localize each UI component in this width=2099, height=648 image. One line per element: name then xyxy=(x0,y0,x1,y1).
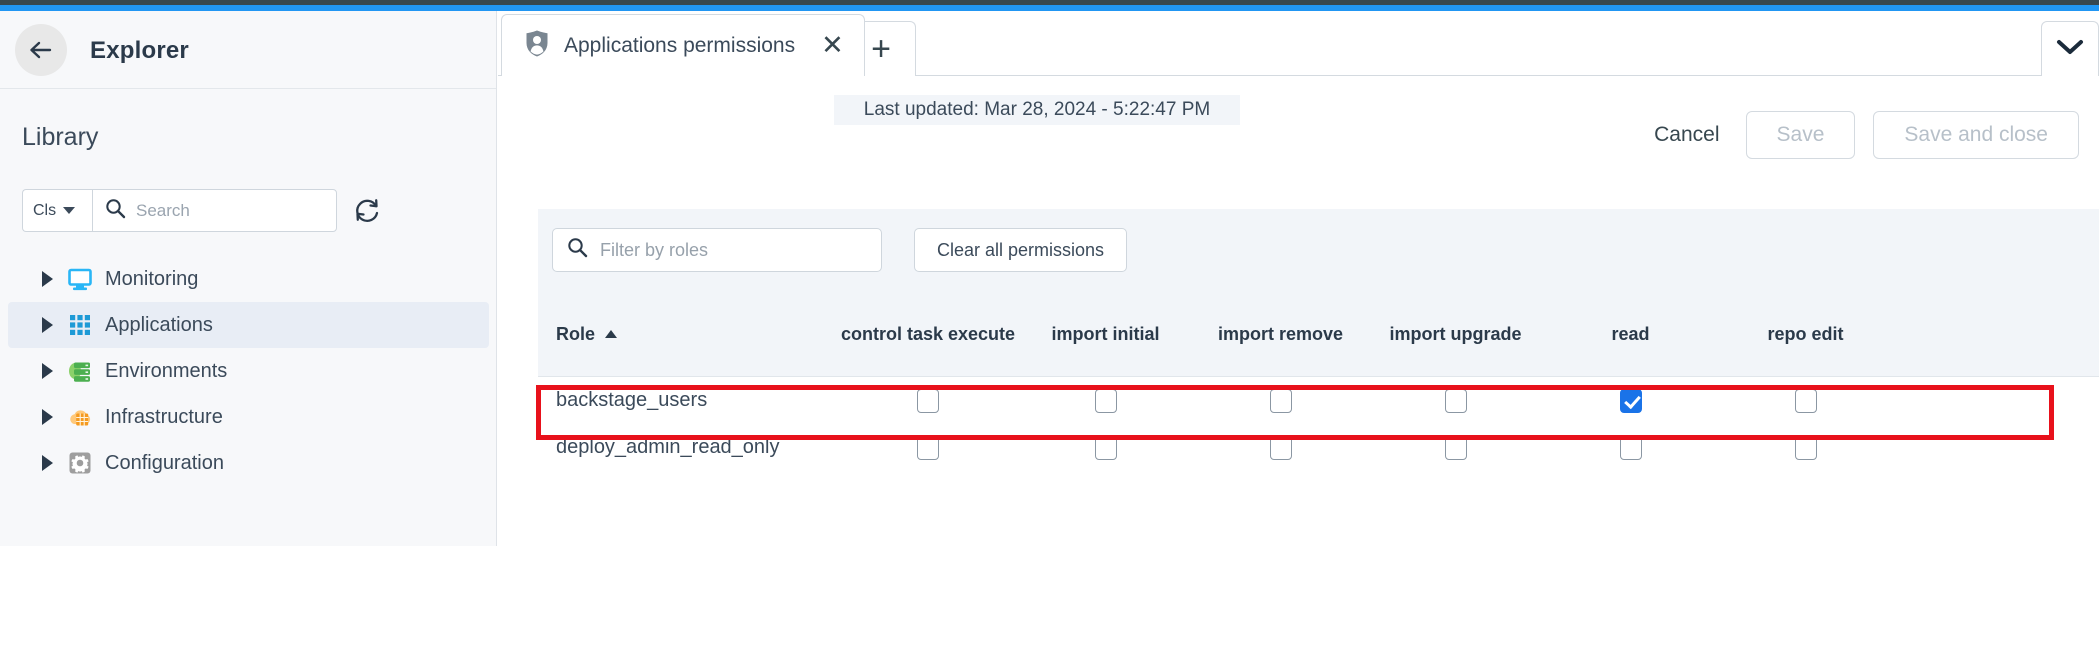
permission-cell-read[interactable] xyxy=(1543,424,1718,471)
permission-cell-import-initial[interactable] xyxy=(1018,424,1193,471)
sidebar-title: Explorer xyxy=(90,37,189,64)
chevron-down-icon xyxy=(2056,38,2084,61)
search-scope-label: Cls xyxy=(33,201,57,219)
back-button[interactable] xyxy=(15,24,67,76)
tab-overflow-button[interactable] xyxy=(2041,21,2099,76)
permission-cell-control-task-execute[interactable] xyxy=(838,424,1018,471)
permission-checkbox[interactable] xyxy=(1444,435,1467,460)
filter-by-roles-input[interactable]: Filter by roles xyxy=(552,228,882,272)
chevron-down-icon xyxy=(63,207,76,214)
sidebar-item-label: Infrastructure xyxy=(105,405,223,428)
table-row[interactable]: backstage_users xyxy=(538,377,2099,424)
plus-icon: + xyxy=(871,30,891,68)
column-header-read[interactable]: read xyxy=(1543,291,1718,377)
sidebar-search-row: Cls Search xyxy=(22,189,472,232)
table-header-row: Role control task execute import initial… xyxy=(538,291,2099,377)
column-header-repo-edit[interactable]: repo edit xyxy=(1718,291,1893,377)
last-updated-label: Last updated: Mar 28, 2024 - 5:22:47 PM xyxy=(834,95,1240,125)
permission-checkbox[interactable] xyxy=(1794,435,1817,460)
main-content: Applications permissions ✕ + Last update… xyxy=(498,11,2099,648)
refresh-icon xyxy=(352,199,382,229)
expand-triangle-icon[interactable] xyxy=(42,455,53,471)
server-stack-icon xyxy=(67,358,93,384)
sort-ascending-icon xyxy=(605,330,618,338)
sidebar: Explorer Library Cls Search Monitoring A… xyxy=(0,11,497,546)
permission-cell-control-task-execute[interactable] xyxy=(838,377,1018,424)
gear-icon xyxy=(67,450,93,476)
sidebar-item-infrastructure[interactable]: Infrastructure xyxy=(8,394,489,440)
sidebar-item-monitoring[interactable]: Monitoring xyxy=(8,256,489,302)
permission-checkbox[interactable] xyxy=(1094,388,1117,413)
permission-cell-import-upgrade[interactable] xyxy=(1368,377,1543,424)
grid-apps-icon xyxy=(67,312,93,338)
search-scope-select[interactable]: Cls xyxy=(22,189,92,232)
save-button[interactable]: Save xyxy=(1745,111,1856,159)
clear-all-permissions-button[interactable]: Clear all permissions xyxy=(914,228,1128,272)
permission-cell-repo-edit[interactable] xyxy=(1718,424,1893,471)
expand-triangle-icon[interactable] xyxy=(42,363,53,379)
permission-checkbox[interactable] xyxy=(1444,388,1467,413)
save-and-close-button[interactable]: Save and close xyxy=(1873,111,2079,159)
permission-cell-repo-edit[interactable] xyxy=(1718,377,1893,424)
sidebar-section-label: Library xyxy=(22,123,99,151)
search-input[interactable]: Search xyxy=(92,189,337,232)
permission-cell-import-initial[interactable] xyxy=(1018,377,1193,424)
column-header-label: Role xyxy=(556,323,596,344)
search-icon xyxy=(567,237,588,263)
close-icon[interactable]: ✕ xyxy=(821,32,844,59)
sidebar-header: Explorer xyxy=(0,11,496,89)
permission-checkbox[interactable] xyxy=(917,388,939,413)
sidebar-item-label: Environments xyxy=(105,359,228,382)
permission-checkbox[interactable] xyxy=(1094,435,1117,460)
expand-triangle-icon[interactable] xyxy=(42,271,53,287)
permission-checkbox[interactable] xyxy=(1269,388,1292,413)
sidebar-item-configuration[interactable]: Configuration xyxy=(8,440,489,486)
role-name: backstage_users xyxy=(556,389,708,411)
search-placeholder: Search xyxy=(136,200,190,220)
permission-checkbox[interactable] xyxy=(917,435,939,460)
sidebar-item-label: Monitoring xyxy=(105,267,199,290)
permission-cell-import-upgrade[interactable] xyxy=(1368,424,1543,471)
column-header-role[interactable]: Role xyxy=(538,291,838,377)
monitor-icon xyxy=(67,266,93,292)
expand-triangle-icon[interactable] xyxy=(42,409,53,425)
permission-cell-import-remove[interactable] xyxy=(1193,377,1368,424)
filter-placeholder: Filter by roles xyxy=(600,239,709,260)
refresh-button[interactable] xyxy=(352,195,382,230)
column-header-import-upgrade[interactable]: import upgrade xyxy=(1368,291,1543,377)
search-icon xyxy=(105,198,126,224)
expand-triangle-icon[interactable] xyxy=(42,317,53,333)
table-row[interactable]: deploy_admin_read_only xyxy=(538,424,2099,484)
tab-bar: Applications permissions ✕ + xyxy=(498,11,2099,76)
shield-user-icon xyxy=(524,29,550,63)
role-name: deploy_admin_read_only xyxy=(556,436,780,458)
cancel-button[interactable]: Cancel xyxy=(1646,123,1727,147)
column-header-import-remove[interactable]: import remove xyxy=(1193,291,1368,377)
permission-checkbox[interactable] xyxy=(1619,435,1642,460)
cloud-grid-icon xyxy=(67,404,93,430)
permission-checkbox[interactable] xyxy=(1794,388,1817,413)
tab-label: Applications permissions xyxy=(564,33,796,57)
column-header-control-task-execute[interactable]: control task execute xyxy=(838,291,1018,377)
filter-toolbar: Filter by roles Clear all permissions xyxy=(538,209,2099,291)
permissions-table: Role control task execute import initial… xyxy=(538,291,2099,484)
arrow-left-icon xyxy=(28,40,54,60)
sidebar-item-environments[interactable]: Environments xyxy=(8,348,489,394)
tab-applications-permissions[interactable]: Applications permissions ✕ xyxy=(501,14,865,76)
permission-checkbox[interactable] xyxy=(1619,388,1642,413)
app-root: Explorer Library Cls Search Monitoring A… xyxy=(0,0,2099,648)
form-action-bar: Cancel Save Save and close xyxy=(1646,111,2079,159)
column-header-import-initial[interactable]: import initial xyxy=(1018,291,1193,377)
sidebar-item-label: Applications xyxy=(105,313,213,336)
permission-cell-read[interactable] xyxy=(1543,377,1718,424)
permission-checkbox[interactable] xyxy=(1269,435,1292,460)
sidebar-item-label: Configuration xyxy=(105,451,224,474)
sidebar-item-applications[interactable]: Applications xyxy=(8,302,489,348)
permission-cell-import-remove[interactable] xyxy=(1193,424,1368,471)
sidebar-tree: Monitoring Applications Environments Inf… xyxy=(0,256,497,486)
